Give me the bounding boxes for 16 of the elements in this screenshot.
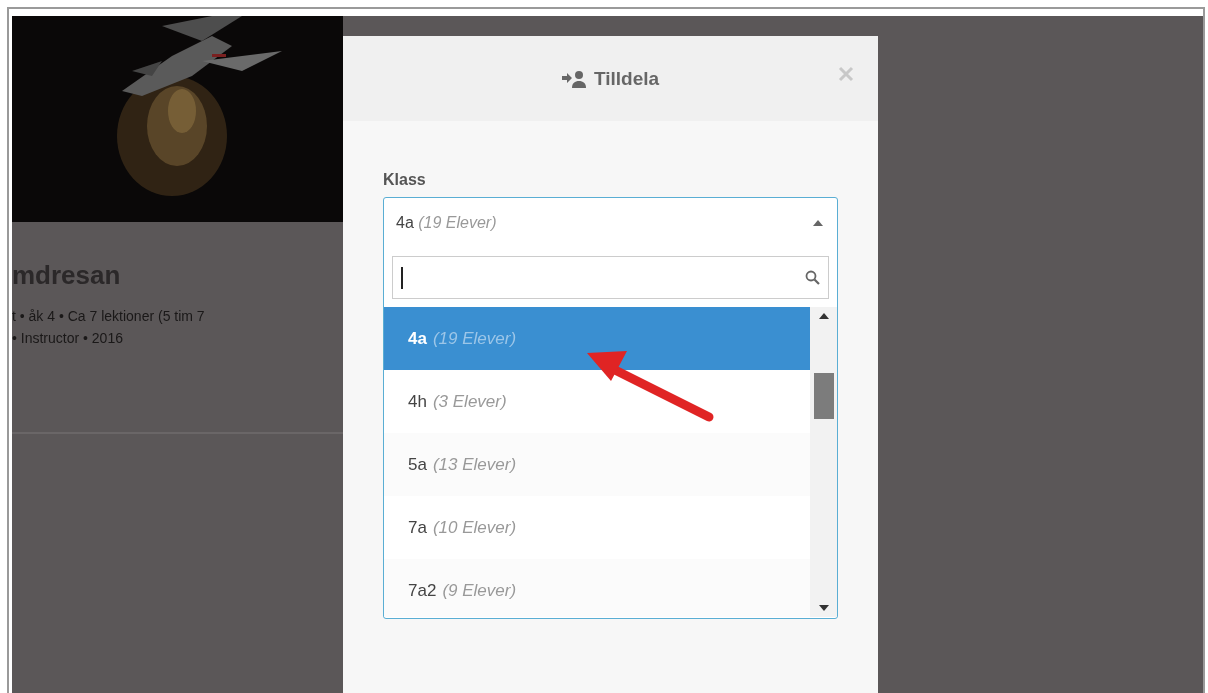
scroll-up-icon[interactable] (818, 313, 829, 319)
scrollbar-thumb[interactable] (814, 373, 834, 419)
search-icon (805, 270, 820, 285)
course-meta: t • åk 4 • Ca 7 lektioner (5 tim 7 (12, 307, 206, 326)
class-option[interactable]: 4h (3 Elever) (384, 370, 810, 433)
dialog-title: Tilldela (593, 67, 660, 90)
class-option[interactable]: 7a2 (9 Elever) (384, 559, 810, 617)
select-value[interactable]: 4a (19 Elever) (396, 214, 497, 232)
course-meta: • Instructor • 2016 (12, 329, 124, 348)
scroll-down-icon[interactable] (818, 605, 829, 611)
search-field[interactable] (392, 256, 829, 299)
class-option[interactable]: 7a (10 Elever) (384, 496, 810, 559)
caret-icon[interactable] (813, 220, 823, 226)
assign-user-icon (561, 69, 586, 88)
class-option[interactable]: 5a (13 Elever) (384, 433, 810, 496)
field-label: Klass (383, 171, 426, 189)
